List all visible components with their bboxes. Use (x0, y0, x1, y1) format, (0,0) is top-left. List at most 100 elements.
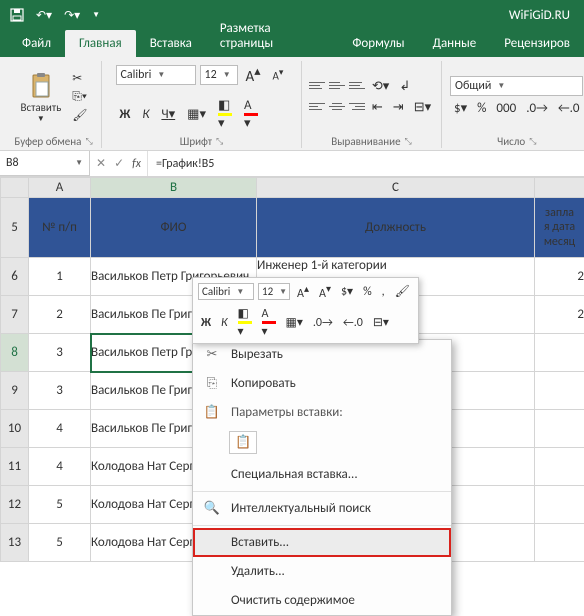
fx-icon[interactable]: fx (132, 157, 141, 171)
formula-input[interactable]: =График!B5 (148, 151, 584, 176)
col-header-b[interactable]: B (91, 178, 257, 198)
enter-formula-icon[interactable]: ✓ (114, 156, 124, 171)
ctx-paste-special[interactable]: Специальная вставка... (193, 460, 451, 489)
mini-increase-font-icon[interactable]: A▴ (294, 281, 312, 302)
dialog-launcher-icon[interactable]: ⤡ (529, 136, 536, 147)
table-cell[interactable] (535, 448, 584, 486)
select-all-corner[interactable] (1, 178, 29, 198)
copy-icon[interactable]: ⎘▾ (69, 89, 90, 105)
name-box[interactable]: B8▼ (0, 151, 90, 176)
orientation-icon[interactable]: ⟲▾ (368, 77, 393, 96)
table-cell[interactable] (535, 334, 584, 372)
mini-font-combo[interactable]: Calibri▼ (198, 283, 254, 300)
row-header[interactable]: 9 (1, 372, 29, 410)
table-cell[interactable] (535, 486, 584, 524)
mini-font-color-icon[interactable]: A▾ (259, 306, 279, 340)
customize-qat-icon[interactable]: ▼ (88, 8, 104, 22)
cut-icon[interactable]: ✂ (69, 70, 90, 87)
mini-borders-icon[interactable]: ▦▾ (283, 314, 306, 331)
row-header[interactable]: 10 (1, 410, 29, 448)
col-header-c[interactable]: C (257, 178, 535, 198)
borders-icon[interactable]: ▦▾ (183, 105, 210, 124)
table-cell[interactable] (535, 372, 584, 410)
table-cell[interactable]: 4 (29, 410, 91, 448)
table-cell[interactable]: 3 (29, 372, 91, 410)
redo-icon[interactable]: ↷▾ (60, 6, 84, 25)
fill-color-icon[interactable]: ◧▾ (214, 96, 236, 133)
row-header[interactable]: 8 (1, 334, 29, 372)
undo-icon[interactable]: ↶▾ (32, 6, 56, 25)
wrap-text-icon[interactable]: ↲ (395, 77, 414, 96)
row-header[interactable]: 13 (1, 524, 29, 562)
tab-file[interactable]: Файл (8, 30, 65, 57)
mini-fill-color-icon[interactable]: ◧▾ (235, 305, 255, 340)
decrease-indent-icon[interactable]: ⇤ (368, 98, 387, 117)
table-cell[interactable]: 2 (29, 296, 91, 334)
bold-button[interactable]: Ж (116, 105, 135, 124)
dialog-launcher-icon[interactable]: ⤡ (405, 136, 412, 147)
mini-accounting-icon[interactable]: $▾ (338, 283, 356, 300)
number-format-combo[interactable]: Общий▼ (450, 76, 583, 96)
underline-button[interactable]: Ч▾ (157, 105, 179, 124)
header-cell[interactable]: ФИО (91, 198, 257, 258)
tab-home[interactable]: Главная (65, 30, 136, 57)
header-cell[interactable]: заплая датамесяц (535, 198, 584, 258)
table-cell[interactable]: 2 (535, 296, 584, 334)
table-cell[interactable]: 1 (29, 258, 91, 296)
col-header-d[interactable] (535, 178, 584, 198)
dialog-launcher-icon[interactable]: ⤡ (216, 136, 223, 147)
mini-percent-icon[interactable]: % (360, 284, 375, 300)
table-cell[interactable]: 3 (29, 334, 91, 372)
comma-format-icon[interactable]: 000 (492, 99, 520, 118)
increase-decimal-icon[interactable]: .0→ (522, 99, 552, 118)
font-color-icon[interactable]: A▾ (240, 96, 262, 133)
tab-insert[interactable]: Вставка (136, 30, 206, 57)
mini-italic-button[interactable]: К (218, 315, 231, 331)
paste-button[interactable]: Вставить ▼ (16, 69, 65, 126)
font-size-combo[interactable]: 12▼ (200, 65, 238, 85)
mini-format-painter-icon[interactable]: 🖌 (392, 283, 413, 300)
ctx-insert[interactable]: Вставить... (193, 528, 451, 557)
table-cell[interactable]: 4 (29, 448, 91, 486)
row-header[interactable]: 6 (1, 258, 29, 296)
col-header-a[interactable]: A (29, 178, 91, 198)
ctx-cut[interactable]: ✂Вырезать (193, 340, 451, 369)
table-cell[interactable]: 5 (29, 524, 91, 562)
align-right-icon[interactable] (348, 98, 366, 114)
tab-review[interactable]: Рецензиров (490, 30, 584, 57)
align-left-icon[interactable] (308, 98, 326, 114)
decrease-decimal-icon[interactable]: ←.0 (554, 99, 584, 118)
ctx-smart-lookup[interactable]: 🔍Интеллектуальный поиск (193, 494, 451, 523)
tab-formulas[interactable]: Формулы (338, 30, 418, 57)
increase-indent-icon[interactable]: ⇥ (389, 98, 408, 117)
table-cell[interactable]: 2 (535, 258, 584, 296)
percent-format-icon[interactable]: % (473, 99, 490, 118)
mini-size-combo[interactable]: 12▼ (258, 283, 290, 300)
row-header[interactable]: 7 (1, 296, 29, 334)
header-cell[interactable]: Должность (257, 198, 535, 258)
merge-center-icon[interactable]: ⊟▾ (410, 98, 435, 117)
italic-button[interactable]: К (138, 105, 153, 124)
mini-decrease-font-icon[interactable]: A▾ (316, 281, 334, 302)
row-header[interactable]: 12 (1, 486, 29, 524)
table-cell[interactable]: 5 (29, 486, 91, 524)
tab-page-layout[interactable]: Разметка страницы (206, 15, 339, 57)
save-icon[interactable] (6, 6, 28, 24)
table-cell[interactable] (535, 524, 584, 562)
header-cell[interactable]: № п/п (29, 198, 91, 258)
row-header[interactable]: 5 (1, 198, 29, 258)
decrease-font-icon[interactable]: A▾ (268, 65, 287, 85)
table-cell[interactable] (535, 410, 584, 448)
paste-default-icon[interactable]: 📋 (229, 431, 257, 454)
font-name-combo[interactable]: Calibri▼ (116, 65, 196, 85)
dialog-launcher-icon[interactable]: ⤡ (85, 136, 92, 147)
align-top-icon[interactable] (308, 77, 326, 93)
align-bottom-icon[interactable] (348, 77, 366, 93)
mini-merge-icon[interactable]: ⊟▾ (370, 314, 392, 331)
ctx-delete[interactable]: Удалить... (193, 557, 451, 586)
ctx-copy[interactable]: ⎘Копировать (193, 369, 451, 398)
tab-data[interactable]: Данные (419, 30, 491, 57)
align-center-icon[interactable] (328, 98, 346, 114)
row-header[interactable]: 11 (1, 448, 29, 486)
cancel-formula-icon[interactable]: ✕ (96, 156, 106, 171)
